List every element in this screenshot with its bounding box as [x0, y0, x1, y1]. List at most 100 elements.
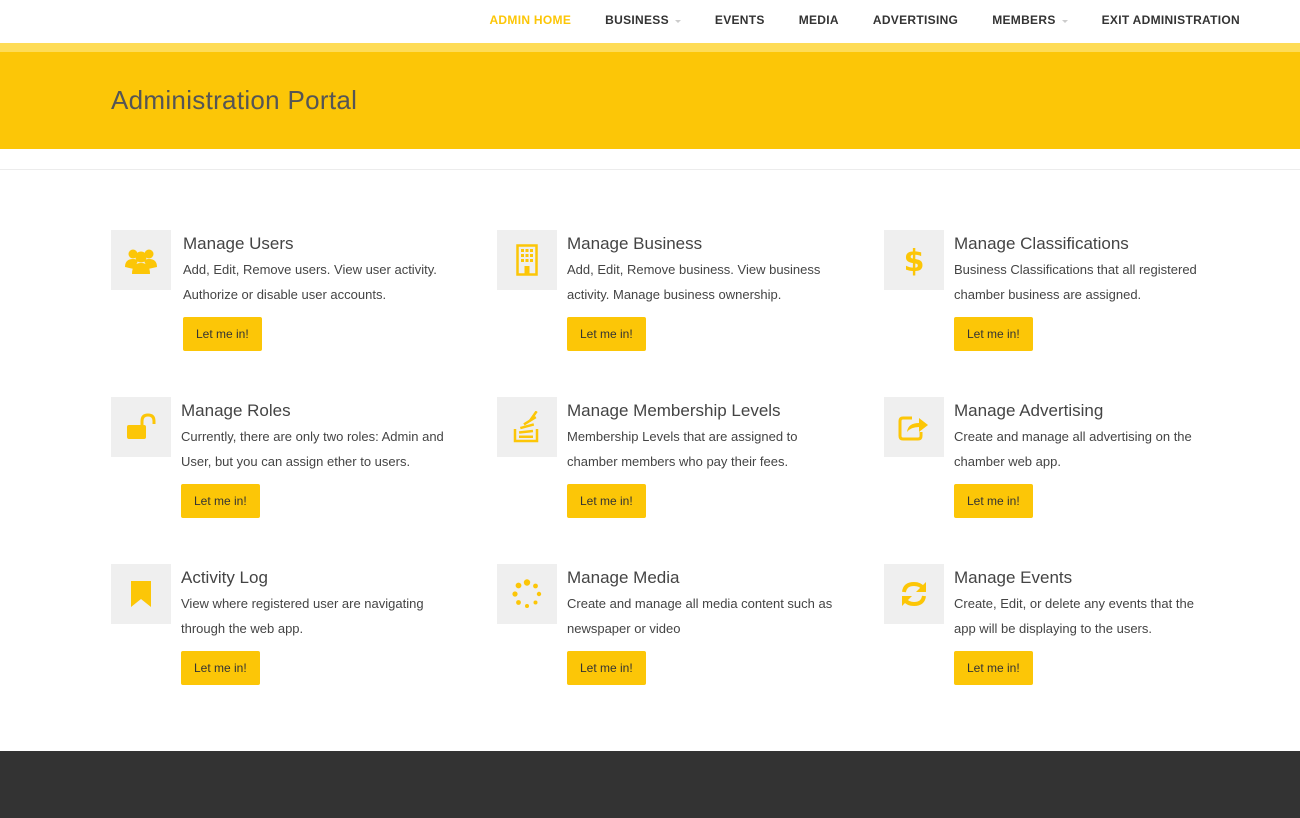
card-description: Add, Edit, Remove business. View busines…	[567, 257, 867, 307]
card-body: Manage Users Add, Edit, Remove users. Vi…	[183, 230, 483, 351]
card-manage-membership-levels: Manage Membership Levels Membership Leve…	[497, 397, 857, 522]
card-manage-events: Manage Events Create, Edit, or delete an…	[884, 564, 1244, 689]
manage-media-button[interactable]: Let me in!	[567, 651, 646, 685]
card-icon-box: $	[884, 230, 944, 290]
card-body: Manage Advertising Create and manage all…	[954, 397, 1254, 518]
svg-text:$: $	[904, 244, 924, 277]
card-title: Activity Log	[181, 568, 268, 587]
card-body: Manage Business Add, Edit, Remove busine…	[567, 230, 867, 351]
card-description-line: chamber web app.	[954, 454, 1061, 469]
card-activity-log: Activity Log View where registered user …	[111, 564, 471, 689]
card-icon-box	[111, 230, 171, 290]
card-description-line: Add, Edit, Remove users. View user activ…	[183, 262, 437, 277]
card-title: Manage Roles	[181, 401, 291, 420]
card-description-line: User, but you can assign ether to users.	[181, 454, 411, 469]
card-description-line: chamber members who pay their fees.	[567, 454, 789, 469]
card-title: Manage Business	[567, 234, 703, 253]
bookmark-icon	[131, 581, 151, 607]
manage-users-button[interactable]: Let me in!	[183, 317, 262, 351]
nav-business-label: BUSINESS	[605, 13, 669, 27]
users-icon	[125, 249, 157, 274]
nav-events[interactable]: EVENTS	[715, 13, 765, 27]
caret-down-icon	[1061, 20, 1068, 23]
nav-exit-administration[interactable]: EXIT ADMINISTRATION	[1102, 13, 1240, 27]
card-description: Membership Levels that are assigned to c…	[567, 424, 867, 474]
card-icon-box	[497, 564, 557, 624]
card-description-line: through the web app.	[181, 621, 304, 636]
card-icon-box	[111, 564, 171, 624]
nav-admin-home[interactable]: ADMIN HOME	[489, 13, 571, 27]
nav-advertising[interactable]: ADVERTISING	[873, 13, 958, 27]
card-manage-roles: Manage Roles Currently, there are only t…	[111, 397, 471, 522]
nav-menu: ADMIN HOME BUSINESS EVENTS MEDIA ADVERTI…	[489, 0, 1240, 40]
nav-business[interactable]: BUSINESS	[605, 13, 681, 27]
card-description-line: Create and manage all advertising on the	[954, 429, 1192, 444]
card-icon-box	[497, 397, 557, 457]
card-icon-box	[111, 397, 171, 457]
card-title: Manage Events	[954, 568, 1073, 587]
banner-top-strip	[0, 43, 1300, 52]
nav-members[interactable]: MEMBERS	[992, 13, 1068, 27]
card-description: View where registered user are navigatin…	[181, 591, 481, 641]
card-body: Manage Media Create and manage all media…	[567, 564, 867, 685]
card-description-line: chamber business are assigned.	[954, 287, 1142, 302]
stack-icon	[513, 411, 539, 443]
card-description: Add, Edit, Remove users. View user activ…	[183, 257, 483, 307]
manage-membership-levels-button[interactable]: Let me in!	[567, 484, 646, 518]
card-manage-advertising: Manage Advertising Create and manage all…	[884, 397, 1244, 522]
card-description-line: newspaper or video	[567, 621, 681, 636]
nav-media-label: MEDIA	[798, 13, 839, 27]
page-banner: Administration Portal	[0, 52, 1300, 149]
card-title: Manage Media	[567, 568, 680, 587]
card-description-line: Currently, there are only two roles: Adm…	[181, 429, 444, 444]
card-description: Create and manage all media content such…	[567, 591, 867, 641]
top-navbar: ADMIN HOME BUSINESS EVENTS MEDIA ADVERTI…	[0, 0, 1300, 43]
activity-log-button[interactable]: Let me in!	[181, 651, 260, 685]
footer	[0, 751, 1300, 818]
card-manage-users: Manage Users Add, Edit, Remove users. Vi…	[111, 230, 471, 355]
card-icon-box	[497, 230, 557, 290]
card-description-line: Authorize or disable user accounts.	[183, 287, 387, 302]
card-description-line: activity. Manage business ownership.	[567, 287, 782, 302]
card-description-line: Create, Edit, or delete any events that …	[954, 596, 1194, 611]
manage-events-button[interactable]: Let me in!	[954, 651, 1033, 685]
card-description-line: Membership Levels that are assigned to	[567, 429, 798, 444]
nav-exit-administration-label: EXIT ADMINISTRATION	[1101, 13, 1240, 27]
card-manage-classifications: $ Manage Classifications Business Classi…	[884, 230, 1244, 355]
divider	[0, 169, 1300, 170]
card-manage-business: Manage Business Add, Edit, Remove busine…	[497, 230, 857, 355]
spinner-icon	[512, 579, 542, 608]
nav-admin-home-label: ADMIN HOME	[489, 13, 572, 27]
card-body: Manage Events Create, Edit, or delete an…	[954, 564, 1254, 685]
card-title: Manage Classifications	[954, 234, 1129, 253]
card-icon-box	[884, 564, 944, 624]
manage-classifications-button[interactable]: Let me in!	[954, 317, 1033, 351]
nav-media[interactable]: MEDIA	[799, 13, 839, 27]
building-icon	[516, 244, 538, 276]
unlock-icon	[127, 413, 156, 439]
card-title: Manage Advertising	[954, 401, 1104, 420]
card-body: Manage Roles Currently, there are only t…	[181, 397, 481, 518]
card-description: Create and manage all advertising on the…	[954, 424, 1254, 474]
card-body: Activity Log View where registered user …	[181, 564, 481, 685]
card-description: Business Classifications that all regist…	[954, 257, 1254, 307]
card-body: Manage Membership Levels Membership Leve…	[567, 397, 867, 518]
manage-advertising-button[interactable]: Let me in!	[954, 484, 1033, 518]
manage-business-button[interactable]: Let me in!	[567, 317, 646, 351]
card-body: Manage Classifications Business Classifi…	[954, 230, 1254, 351]
page-title: Administration Portal	[111, 85, 358, 115]
dollar-icon: $	[904, 244, 924, 277]
nav-events-label: EVENTS	[714, 13, 765, 27]
card-description-line: app will be displaying to the users.	[954, 621, 1153, 636]
nav-members-label: MEMBERS	[992, 13, 1056, 27]
caret-down-icon	[674, 20, 681, 23]
card-description-line: View where registered user are navigatin…	[181, 596, 424, 611]
share-icon	[898, 416, 928, 441]
manage-roles-button[interactable]: Let me in!	[181, 484, 260, 518]
refresh-icon	[902, 581, 926, 607]
card-description-line: Add, Edit, Remove business. View busines…	[567, 262, 821, 277]
card-description-line: Business Classifications that all regist…	[954, 262, 1197, 277]
card-icon-box	[884, 397, 944, 457]
card-description-line: Create and manage all media content such…	[567, 596, 833, 611]
card-title: Manage Users	[183, 234, 294, 253]
